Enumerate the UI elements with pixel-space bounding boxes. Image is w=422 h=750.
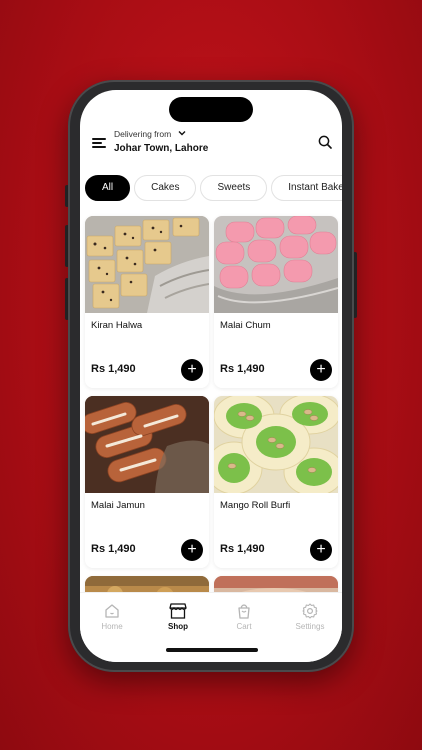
home-indicator[interactable] — [166, 648, 258, 652]
category-chips: All Cakes Sweets Instant Bake — [85, 175, 342, 201]
dynamic-island — [169, 97, 253, 122]
app-screen: Delivering from Johar Town, Lahore All Ca… — [80, 90, 342, 662]
product-name: Mango Roll Burfi — [220, 500, 291, 511]
shop-icon — [169, 603, 187, 619]
product-card[interactable]: Kiran Halwa Rs 1,490 + — [85, 216, 209, 388]
chip-all[interactable]: All — [85, 175, 131, 201]
cart-icon — [238, 604, 250, 619]
gear-icon — [302, 603, 318, 619]
product-card[interactable]: Malai Chum Rs 1,490 + — [214, 216, 338, 388]
tab-label: Settings — [295, 622, 325, 631]
plus-icon: + — [187, 541, 197, 558]
product-name: Malai Chum — [220, 320, 271, 331]
chip-cakes[interactable]: Cakes — [134, 175, 197, 201]
product-price: Rs 1,490 — [220, 543, 265, 555]
product-name: Malai Jamun — [91, 500, 145, 511]
tab-label: Home — [101, 622, 123, 631]
tab-settings[interactable]: Settings — [280, 603, 340, 631]
delivering-from-label[interactable]: Delivering from — [114, 129, 171, 139]
product-image — [85, 396, 209, 493]
tab-label: Cart — [236, 622, 252, 631]
add-to-cart-button[interactable]: + — [310, 359, 332, 381]
menu-icon[interactable] — [92, 137, 106, 149]
product-price: Rs 1,490 — [91, 543, 136, 555]
chip-sweets[interactable]: Sweets — [200, 175, 268, 201]
tab-shop[interactable]: Shop — [148, 603, 208, 631]
chip-instant-bake[interactable]: Instant Bake — [271, 175, 342, 201]
plus-icon: + — [187, 361, 197, 378]
tab-cart[interactable]: Cart — [214, 603, 274, 631]
product-image — [214, 396, 338, 493]
add-to-cart-button[interactable]: + — [181, 539, 203, 561]
home-icon — [105, 604, 119, 618]
plus-icon: + — [316, 541, 326, 558]
product-name: Kiran Halwa — [91, 320, 143, 331]
product-price: Rs 1,490 — [91, 363, 136, 375]
app-header: Delivering from Johar Town, Lahore — [80, 128, 342, 164]
add-to-cart-button[interactable]: + — [181, 359, 203, 381]
add-to-cart-button[interactable]: + — [310, 539, 332, 561]
tab-label: Shop — [168, 622, 188, 631]
plus-icon: + — [316, 361, 326, 378]
chevron-down-icon[interactable] — [178, 129, 186, 139]
tab-home[interactable]: Home — [82, 603, 142, 631]
product-image — [85, 216, 209, 313]
product-card[interactable]: Mango Roll Burfi Rs 1,490 + — [214, 396, 338, 568]
product-card[interactable]: Malai Jamun Rs 1,490 + — [85, 396, 209, 568]
product-price: Rs 1,490 — [220, 363, 265, 375]
product-image — [214, 216, 338, 313]
search-icon[interactable] — [318, 135, 332, 149]
delivery-location[interactable]: Johar Town, Lahore — [114, 143, 208, 154]
